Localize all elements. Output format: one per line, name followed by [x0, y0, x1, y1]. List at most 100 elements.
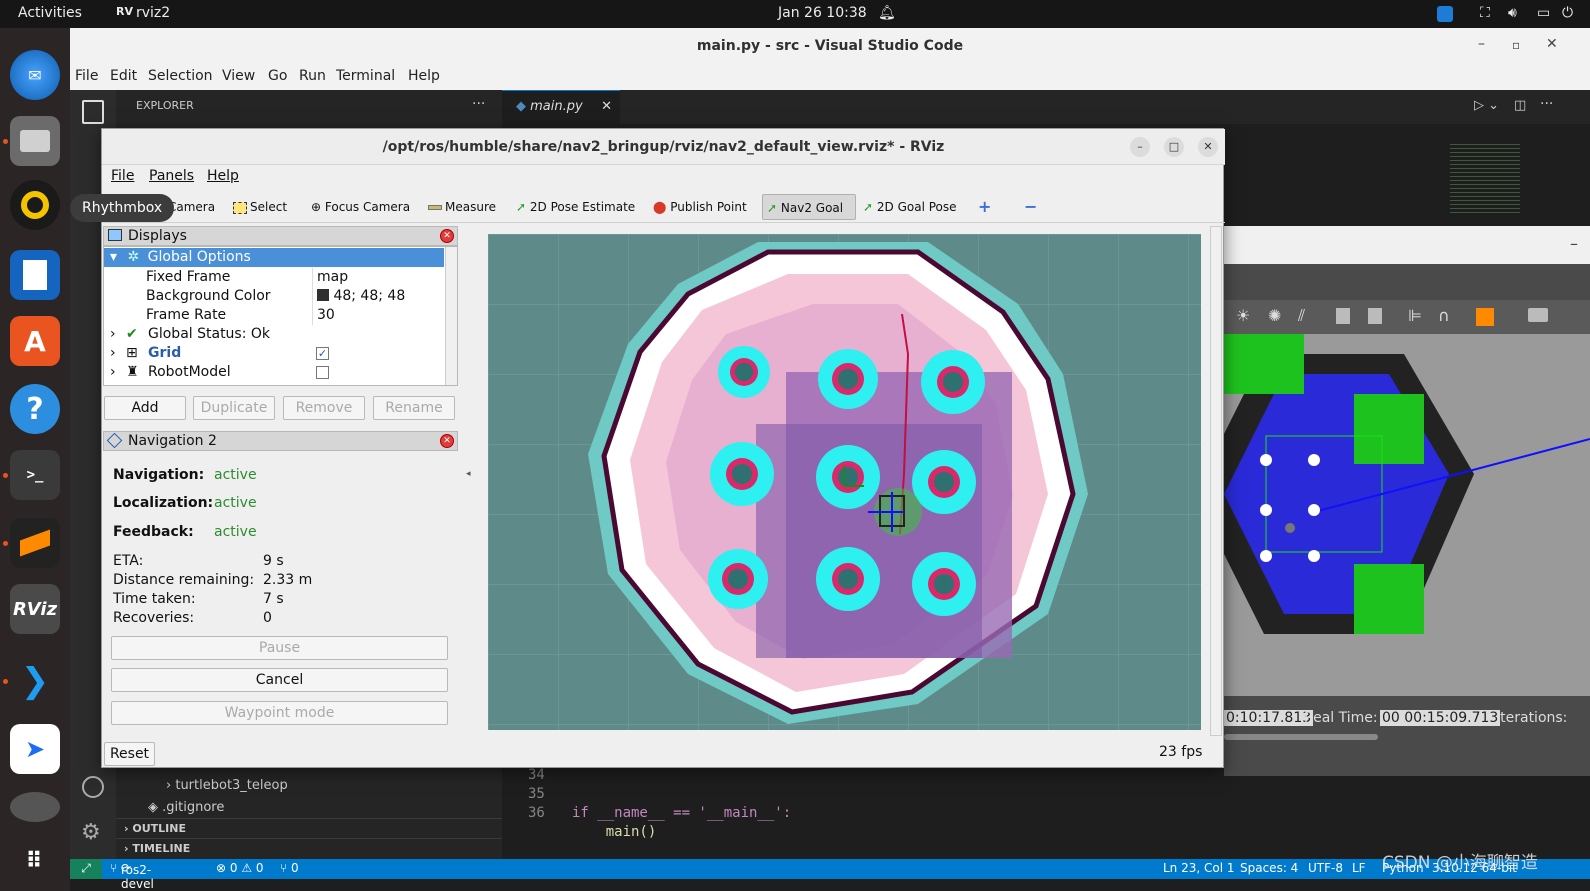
- rviz-menu-help[interactable]: Help: [207, 168, 239, 184]
- cursor-position[interactable]: Ln 23, Col 1: [1163, 861, 1235, 875]
- minimap[interactable]: [1450, 144, 1520, 214]
- menu-file[interactable]: File: [75, 68, 98, 84]
- tool-measure[interactable]: Measure: [424, 194, 500, 220]
- remove-display-button[interactable]: Remove: [283, 396, 365, 420]
- pause-button[interactable]: Pause: [111, 636, 448, 660]
- color-swatch[interactable]: [317, 289, 329, 301]
- copy-icon[interactable]: [1336, 308, 1350, 324]
- app-center-icon[interactable]: A: [10, 316, 60, 366]
- active-app-name[interactable]: rviz2: [136, 5, 170, 21]
- tool-focus-camera[interactable]: ⊕ Focus Camera: [307, 194, 414, 220]
- tree-global-status[interactable]: › ✔ Global Status: Ok: [104, 325, 444, 344]
- thunderbird-icon[interactable]: ✉: [10, 50, 60, 100]
- waypoint-mode-button[interactable]: Waypoint mode: [111, 701, 448, 725]
- timeline-section[interactable]: › TIMELINE: [116, 838, 502, 858]
- menu-run[interactable]: Run: [299, 68, 326, 84]
- menu-edit[interactable]: Edit: [110, 68, 137, 84]
- vscode-minimize-button[interactable]: –: [1478, 36, 1485, 52]
- remote-icon[interactable]: ⤢: [70, 859, 102, 879]
- terminal-icon[interactable]: >_: [10, 450, 60, 500]
- clock[interactable]: Jan 26 10:38: [778, 5, 867, 21]
- eol[interactable]: LF: [1352, 861, 1366, 875]
- magnet-icon[interactable]: ∩: [1438, 306, 1450, 325]
- reset-button[interactable]: Reset: [104, 742, 155, 766]
- tab-main-py[interactable]: ◆ main.py ✕: [502, 90, 620, 124]
- network-icon[interactable]: ⛶: [1480, 5, 1490, 21]
- volume-icon[interactable]: 🔊︎: [1508, 5, 1517, 21]
- robot-model-checkbox[interactable]: [316, 366, 329, 379]
- add-display-button[interactable]: Add: [104, 396, 186, 420]
- remove-tool-icon[interactable]: −: [1020, 194, 1041, 220]
- rviz-dock-icon[interactable]: RViz: [10, 584, 60, 634]
- indent-setting[interactable]: Spaces: 4: [1240, 861, 1298, 875]
- paste-icon[interactable]: [1368, 308, 1382, 324]
- tool-nav2-goal[interactable]: ➚ Nav2 Goal: [762, 194, 856, 220]
- collapse-left-icon[interactable]: ◂: [466, 469, 471, 479]
- menu-terminal[interactable]: Terminal: [336, 68, 395, 84]
- cancel-button[interactable]: Cancel: [111, 668, 448, 692]
- account-icon[interactable]: [82, 776, 104, 798]
- help-icon[interactable]: ?: [10, 384, 60, 434]
- battery-icon[interactable]: ▭: [1537, 5, 1550, 21]
- app-grid-icon[interactable]: ⠿: [10, 836, 60, 886]
- problems-count[interactable]: ⊗ 0 ⚠ 0: [216, 861, 264, 875]
- settings-gear-icon[interactable]: ⚙: [81, 820, 101, 845]
- prop-frame-rate[interactable]: Frame Rate 30: [104, 306, 444, 325]
- displays-scrollbar[interactable]: [445, 247, 457, 385]
- add-tool-icon[interactable]: +: [974, 194, 995, 220]
- view-angle-icon[interactable]: [1476, 308, 1494, 326]
- explorer-icon[interactable]: [82, 100, 104, 124]
- activities-button[interactable]: Activities: [18, 5, 82, 21]
- writer-icon[interactable]: [10, 250, 60, 300]
- rhythmbox-icon[interactable]: [10, 180, 60, 230]
- prop-background-color[interactable]: Background Color 48; 48; 48: [104, 287, 444, 306]
- outline-section[interactable]: › OUTLINE: [116, 818, 502, 838]
- rviz-menu-panels[interactable]: Panels: [149, 168, 194, 184]
- menu-help[interactable]: Help: [408, 68, 440, 84]
- editor-more-icon[interactable]: ···: [1540, 96, 1553, 112]
- tab-close-icon[interactable]: ✕: [601, 99, 612, 114]
- ports-count[interactable]: ⑂ 0: [280, 861, 299, 875]
- vscode-icon[interactable]: ❯: [10, 656, 60, 706]
- displays-close-button[interactable]: ✕: [440, 229, 454, 243]
- tree-global-options[interactable]: ▾ ✲ Global Options: [104, 248, 444, 267]
- feishu-icon[interactable]: ➤: [10, 724, 60, 774]
- files-icon[interactable]: [10, 116, 60, 166]
- encoding[interactable]: UTF-8: [1308, 861, 1343, 875]
- explorer-more-icon[interactable]: ···: [472, 96, 485, 112]
- duplicate-display-button[interactable]: Duplicate: [193, 396, 275, 420]
- gazebo-3d-view[interactable]: [1224, 334, 1590, 696]
- rviz-menu-file[interactable]: File: [111, 168, 134, 184]
- tree-grid[interactable]: › ⊞ Grid ✓: [104, 344, 444, 363]
- screenshot-icon[interactable]: [1528, 308, 1548, 322]
- align-icon[interactable]: ⊫: [1408, 306, 1422, 325]
- menu-view[interactable]: View: [222, 68, 255, 84]
- nav2-close-button[interactable]: ✕: [440, 434, 454, 448]
- drive-icon[interactable]: [10, 792, 60, 822]
- gazebo-scrollbar[interactable]: [1224, 734, 1378, 740]
- rviz-3d-view[interactable]: [488, 234, 1201, 730]
- tool-select[interactable]: Select: [229, 194, 291, 220]
- split-editor-icon[interactable]: ◫: [1514, 98, 1526, 113]
- vscode-close-button[interactable]: ✕: [1546, 36, 1558, 52]
- run-icon[interactable]: ▷ ⌄: [1474, 98, 1499, 113]
- point-light-icon[interactable]: ✺: [1268, 306, 1281, 325]
- vscode-maximize-button[interactable]: ▫: [1512, 38, 1520, 52]
- gazebo-minimize-button[interactable]: –: [1570, 234, 1578, 253]
- cube-app-icon[interactable]: [10, 518, 60, 568]
- git-branch[interactable]: ⑂ ros2-devel ⟳: [110, 861, 154, 891]
- rviz-minimize-button[interactable]: –: [1130, 137, 1150, 157]
- tool-2d-goal-pose[interactable]: ➚ 2D Goal Pose: [859, 194, 961, 220]
- menu-go[interactable]: Go: [268, 68, 287, 84]
- rviz-close-button[interactable]: ✕: [1198, 137, 1218, 157]
- view-scrollbar[interactable]: [1210, 226, 1222, 736]
- tree-item-teleop[interactable]: › turtlebot3_teleop: [166, 778, 288, 793]
- tray-app-icon[interactable]: [1437, 6, 1453, 22]
- spot-light-icon[interactable]: ⫽: [1298, 306, 1305, 326]
- bell-icon[interactable]: 🔔︎: [878, 5, 896, 21]
- tool-2d-pose-estimate[interactable]: ➚ 2D Pose Estimate: [512, 194, 639, 220]
- tree-robot-model[interactable]: › ♜ RobotModel: [104, 363, 444, 382]
- menu-selection[interactable]: Selection: [148, 68, 213, 84]
- rename-display-button[interactable]: Rename: [373, 396, 455, 420]
- tree-item-gitignore[interactable]: ◈ .gitignore: [148, 800, 224, 815]
